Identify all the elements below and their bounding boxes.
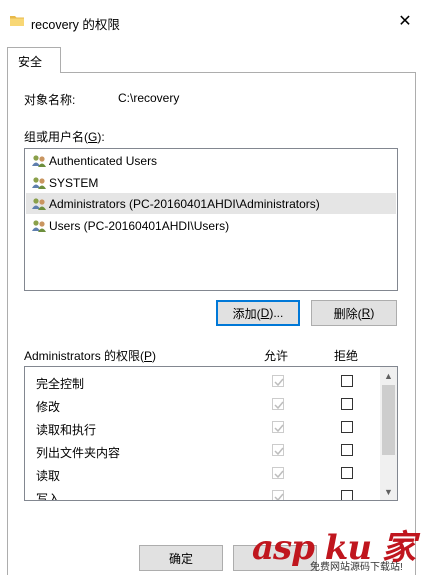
checkmark-icon bbox=[274, 447, 284, 456]
permissions-dialog: recovery 的权限 ✕ 安全 对象名称: C:\recovery 组或用户… bbox=[0, 0, 423, 575]
allow-checkbox bbox=[272, 444, 284, 456]
scroll-down-icon[interactable]: ▼ bbox=[380, 483, 397, 500]
deny-checkbox[interactable] bbox=[341, 375, 353, 387]
permission-row: 完全控制 bbox=[25, 371, 380, 394]
permission-name: 修改 bbox=[36, 400, 61, 414]
permission-name: 列出文件夹内容 bbox=[36, 446, 121, 460]
permission-row: 写入 bbox=[25, 486, 380, 501]
tab-security[interactable]: 安全 bbox=[7, 47, 61, 73]
deny-checkbox[interactable] bbox=[341, 421, 353, 433]
permission-name: 完全控制 bbox=[36, 377, 85, 391]
deny-checkbox[interactable] bbox=[341, 467, 353, 479]
group-list-item[interactable]: SYSTEM bbox=[26, 172, 396, 193]
group-list-item[interactable]: Authenticated Users bbox=[26, 150, 396, 171]
permission-name: 读取 bbox=[36, 469, 61, 483]
title-bar: recovery 的权限 ✕ bbox=[0, 0, 423, 40]
close-icon: ✕ bbox=[398, 13, 412, 30]
groups-label: 组或用户名(G): bbox=[24, 130, 105, 144]
window-title: recovery 的权限 bbox=[31, 18, 120, 32]
allow-checkbox bbox=[272, 398, 284, 410]
object-name-label: 对象名称: bbox=[24, 93, 76, 107]
remove-button[interactable]: 删除(R) bbox=[311, 300, 397, 326]
object-name-value: C:\recovery bbox=[118, 91, 180, 105]
allow-checkbox bbox=[272, 421, 284, 433]
permission-row: 修改 bbox=[25, 394, 380, 417]
permissions-label: Administrators 的权限(P) bbox=[24, 349, 157, 363]
permission-row: 读取 bbox=[25, 463, 380, 486]
permission-row: 列出文件夹内容 bbox=[25, 440, 380, 463]
allow-checkbox bbox=[272, 467, 284, 479]
deny-checkbox[interactable] bbox=[341, 398, 353, 410]
permission-name: 读取和执行 bbox=[36, 423, 97, 437]
permission-row: 读取和执行 bbox=[25, 417, 380, 440]
allow-checkbox bbox=[272, 375, 284, 387]
close-button[interactable]: ✕ bbox=[387, 6, 423, 36]
checkmark-icon bbox=[274, 378, 284, 387]
users-icon bbox=[32, 176, 46, 189]
group-name: Administrators (PC-20160401AHDI\Administ… bbox=[49, 197, 320, 211]
group-name: Authenticated Users bbox=[49, 154, 158, 168]
group-list-item[interactable]: Users (PC-20160401AHDI\Users) bbox=[26, 215, 396, 236]
group-name: Users (PC-20160401AHDI\Users) bbox=[49, 218, 230, 233]
checkmark-icon bbox=[274, 493, 284, 500]
folder-icon bbox=[10, 16, 24, 26]
allow-header: 允许 bbox=[264, 349, 289, 363]
deny-checkbox[interactable] bbox=[341, 490, 353, 500]
tab-label: 安全 bbox=[18, 55, 43, 69]
scroll-up-icon[interactable]: ▲ bbox=[380, 367, 397, 384]
ok-button[interactable]: 确定 bbox=[139, 545, 223, 571]
checkmark-icon bbox=[274, 470, 284, 479]
checkmark-icon bbox=[274, 424, 284, 433]
allow-checkbox bbox=[272, 490, 284, 500]
watermark-logo: asp ku 家 免费网站源码下载站! bbox=[252, 520, 423, 575]
watermark-subtext: 免费网站源码下载站! bbox=[310, 562, 403, 573]
group-list-item[interactable]: Administrators (PC-20160401AHDI\Administ… bbox=[26, 193, 396, 214]
deny-header: 拒绝 bbox=[334, 349, 359, 363]
vertical-scrollbar[interactable]: ▲ ▼ bbox=[380, 367, 397, 500]
users-icon bbox=[32, 219, 46, 232]
checkmark-icon bbox=[274, 401, 284, 410]
permissions-list: 写入 读取 列出文件夹内容 读取和执行 修改 完全控制 ▲ ▼ bbox=[24, 366, 398, 501]
deny-checkbox[interactable] bbox=[341, 444, 353, 456]
group-name: SYSTEM bbox=[49, 175, 99, 190]
permission-name: 写入 bbox=[36, 492, 61, 501]
add-button[interactable]: 添加(D)... bbox=[216, 300, 300, 326]
groups-listbox[interactable]: Authenticated Users SYSTEM Administrators … bbox=[24, 148, 398, 291]
scroll-thumb[interactable] bbox=[382, 385, 395, 455]
users-icon bbox=[32, 198, 46, 210]
users-icon bbox=[32, 155, 46, 167]
